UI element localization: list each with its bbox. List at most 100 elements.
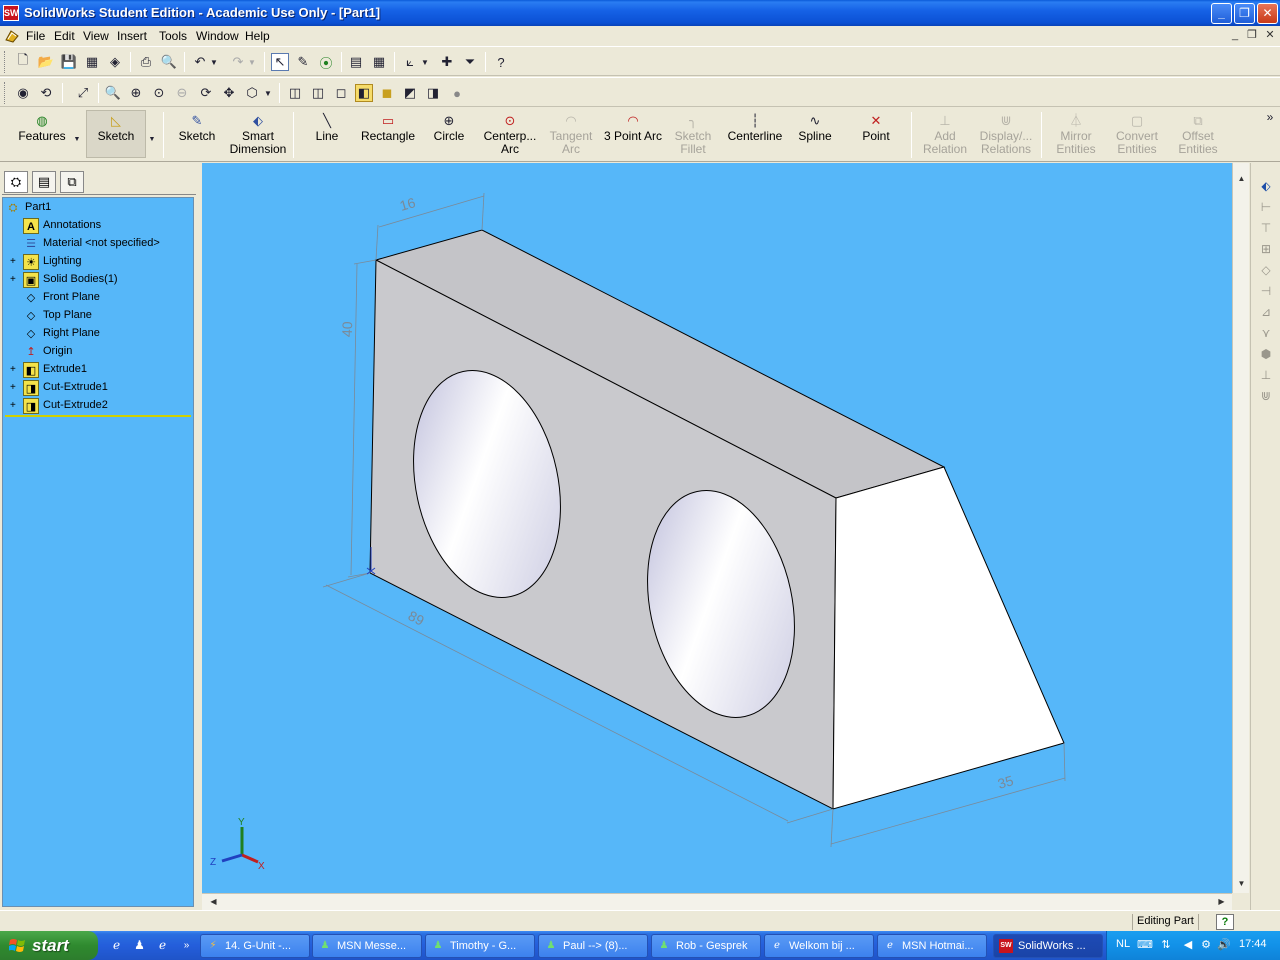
tree-item-solid-bodies[interactable]: + ▣ Solid Bodies(1) — [3, 271, 193, 289]
fully-define-icon[interactable]: ⬢ — [1257, 345, 1275, 363]
zoom-to-area-icon[interactable]: 🔍 — [104, 84, 122, 102]
previous-view-icon[interactable]: ◉ — [14, 84, 32, 102]
close-button[interactable]: ✕ — [1257, 3, 1278, 24]
smart-mates-icon[interactable]: ✚ — [438, 53, 456, 71]
quicklaunch-browser-icon[interactable]: ℯ — [154, 937, 171, 954]
menu-file[interactable]: File — [26, 29, 45, 43]
safely-remove-icon[interactable]: ⚙ — [1199, 938, 1213, 952]
scroll-up-icon[interactable]: ▲ — [1234, 171, 1249, 186]
menu-help[interactable]: Help — [245, 29, 270, 43]
model-view[interactable]: 16 40 89 35 Y X Z — [202, 163, 1232, 893]
menu-tools[interactable]: Tools — [159, 29, 187, 43]
zoom-to-selection-icon[interactable]: ⊙ — [150, 84, 168, 102]
menu-view[interactable]: View — [83, 29, 109, 43]
rotate-view-icon[interactable]: ⟳ — [197, 84, 215, 102]
dimension-bottom[interactable]: 89 — [406, 607, 427, 628]
angular-dimension-icon[interactable]: ◇ — [1257, 261, 1275, 279]
quicklaunch-messenger-icon[interactable]: ♟ — [131, 937, 148, 954]
pan-icon[interactable]: ✥ — [220, 84, 238, 102]
3-point-arc-command[interactable]: ◠ 3 Point Arc — [603, 114, 663, 143]
spline-command[interactable]: ∿ Spline — [794, 114, 836, 143]
print-icon[interactable]: ⎙ — [137, 53, 155, 71]
view-orientation-icon[interactable]: ⬡ — [243, 84, 261, 102]
solidworks-app-icon[interactable]: SW — [3, 5, 19, 21]
make-drawing-icon[interactable]: ▦ — [83, 53, 101, 71]
undo-icon[interactable]: ↶ — [191, 53, 209, 71]
offset-entities-command[interactable]: ⧉ Offset Entities — [1171, 114, 1225, 156]
tree-item-extrude1[interactable]: + ◧ Extrude1 — [3, 361, 193, 379]
minimize-button[interactable]: _ — [1211, 3, 1232, 24]
zoom-out-icon[interactable]: ⊖ — [173, 84, 191, 102]
tree-item-front-plane[interactable]: ◇ Front Plane — [3, 289, 193, 307]
tree-item-cut-extrude1[interactable]: + ◨ Cut-Extrude1 — [3, 379, 193, 397]
print-preview-icon[interactable]: 🔍 — [160, 53, 178, 71]
new-document-icon[interactable]: 🗋 — [14, 52, 32, 71]
redo-icon[interactable]: ↷ — [229, 53, 247, 71]
tree-item-material[interactable]: ☰ Material <not specified> — [3, 235, 193, 253]
expand-icon[interactable]: + — [10, 382, 19, 393]
sketch-dropdown-icon[interactable]: ▼ — [147, 130, 157, 148]
sketch-fillet-command[interactable]: ╮ Sketch Fillet — [668, 114, 718, 156]
side-face[interactable] — [832, 466, 1065, 810]
scroll-right-icon[interactable]: ▶ — [1214, 894, 1229, 909]
expand-icon[interactable]: + — [10, 400, 19, 411]
features-dropdown-icon[interactable]: ▼ — [72, 130, 82, 148]
doc-minimize-icon[interactable]: _ — [1228, 29, 1242, 42]
dimension-left[interactable]: 40 — [339, 321, 356, 337]
taskbar-item-rob[interactable]: ♟ Rob - Gesprek — [651, 934, 761, 958]
tab-features[interactable]: ◍ Features — [10, 114, 74, 143]
open-folder-icon[interactable]: 📂 — [37, 53, 55, 71]
zoom-fit-icon[interactable]: ⤢ — [74, 84, 92, 102]
language-indicator[interactable]: NL — [1116, 938, 1130, 950]
menu-insert[interactable]: Insert — [117, 29, 147, 43]
redraw-icon[interactable]: ⟲ — [37, 84, 55, 102]
rollback-bar[interactable] — [5, 415, 191, 417]
expand-icon[interactable]: + — [10, 274, 19, 285]
quicklaunch-ie-icon[interactable]: ℯ — [108, 937, 125, 954]
select-pointer-icon[interactable]: ↖ — [271, 53, 289, 71]
vertical-dimension-icon[interactable]: ⊤ — [1257, 219, 1275, 237]
taskbar-item-welkom[interactable]: ℯ Welkom bij ... — [764, 934, 874, 958]
measure-icon[interactable]: ⟀ — [401, 53, 419, 71]
horizontal-scrollbar[interactable]: ◀ ▶ — [202, 893, 1232, 910]
smart-dimension-side-icon[interactable]: ⬖ — [1257, 177, 1275, 195]
tree-item-part1[interactable]: ⛭ Part1 — [3, 199, 193, 217]
taskbar-item-paul[interactable]: ♟ Paul --> (8)... — [538, 934, 648, 958]
make-assembly-icon[interactable]: ◈ — [106, 53, 124, 71]
dimension-right[interactable]: 35 — [996, 772, 1016, 792]
keyboard-icon[interactable]: ⌨ — [1137, 938, 1153, 952]
rebuild-traffic-light-icon[interactable]: ⦿ — [317, 53, 335, 71]
graphics-area[interactable]: 16 40 89 35 Y X Z — [202, 163, 1232, 893]
tree-item-right-plane[interactable]: ◇ Right Plane — [3, 325, 193, 343]
tangent-arc-command[interactable]: ◠ Tangent Arc — [545, 114, 597, 156]
undo-dropdown-icon[interactable]: ▼ — [209, 53, 219, 71]
command-overflow-icon[interactable]: » — [1262, 108, 1278, 126]
draft-quality-icon[interactable]: ◩ — [401, 84, 419, 102]
sketch-command[interactable]: ✎ Sketch — [172, 114, 222, 143]
doc-close-icon[interactable]: ✕ — [1263, 29, 1277, 42]
smart-dimension-command[interactable]: ⬖ Smart Dimension — [228, 114, 288, 156]
hidden-lines-removed-icon[interactable]: ◻ — [332, 84, 350, 102]
network-icon[interactable]: ⇅ — [1159, 938, 1173, 952]
dimension-top[interactable]: 16 — [398, 194, 418, 214]
hidden-lines-visible-icon[interactable]: ◫ — [309, 84, 327, 102]
sketch-pencil-icon[interactable]: ✎ — [294, 53, 312, 71]
taskbar-item-winamp[interactable]: ⚡ 14. G-Unit -... — [200, 934, 310, 958]
filter-icon[interactable]: ⏷ — [461, 53, 479, 71]
measure-dropdown-icon[interactable]: ▼ — [420, 53, 430, 71]
taskbar-item-solidworks[interactable]: SW SolidWorks ... — [993, 934, 1103, 958]
menu-edit[interactable]: Edit — [54, 29, 75, 43]
wireframe-icon[interactable]: ◫ — [286, 84, 304, 102]
vertical-scrollbar[interactable]: ▲ ▼ — [1232, 163, 1249, 893]
property-manager-tab-icon[interactable]: ▤ — [32, 171, 56, 193]
view-orientation-dropdown-icon[interactable]: ▼ — [263, 84, 273, 102]
scroll-left-icon[interactable]: ◀ — [206, 894, 221, 909]
redo-dropdown-icon[interactable]: ▼ — [247, 53, 257, 71]
point-command[interactable]: ✕ Point — [855, 114, 897, 143]
shaded-icon[interactable]: ◼ — [378, 84, 396, 102]
solidworks-logo-icon[interactable] — [4, 28, 20, 44]
tree-item-cut-extrude2[interactable]: + ◨ Cut-Extrude2 — [3, 397, 193, 415]
taskbar-item-msn-messenger[interactable]: ♟ MSN Messe... — [312, 934, 422, 958]
display-relations-side-icon[interactable]: ⋓ — [1257, 387, 1275, 405]
expand-icon[interactable]: + — [10, 364, 19, 375]
